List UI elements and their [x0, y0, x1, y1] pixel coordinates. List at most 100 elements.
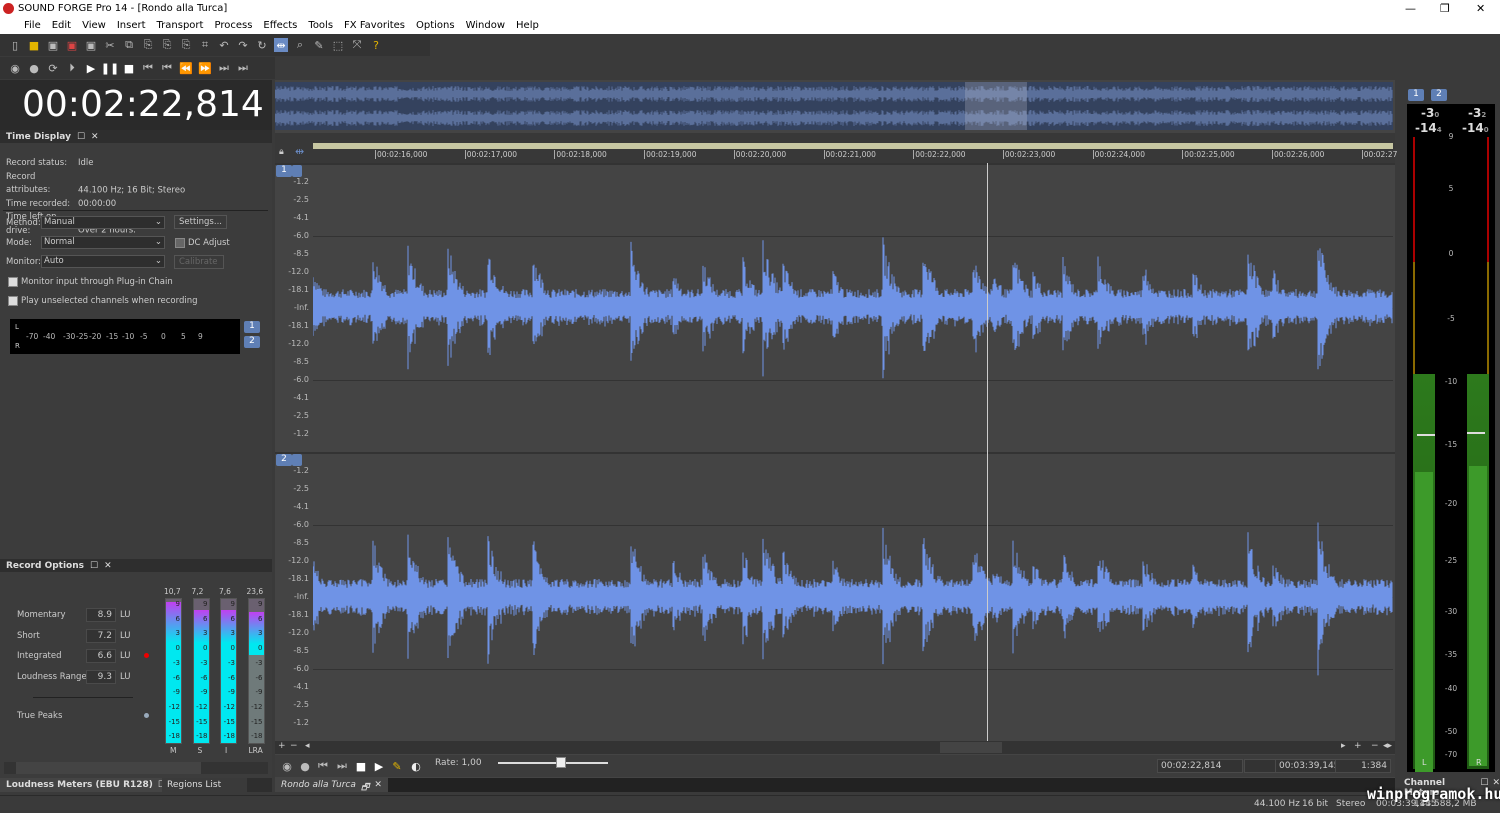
- maximize-button[interactable]: ❐: [1440, 2, 1450, 15]
- time-ruler[interactable]: 00:02:16,000 00:02:17,000 00:02:18,000 00:0…: [313, 149, 1397, 163]
- edit-tool-icon[interactable]: ⇹: [274, 38, 288, 52]
- waveform-channel-2[interactable]: [313, 452, 1393, 740]
- float-icon[interactable]: ☐: [90, 561, 98, 571]
- event-tool-icon[interactable]: ⬚: [331, 38, 345, 52]
- zoom-fit-icon[interactable]: ◂▸: [1383, 741, 1392, 751]
- close-icon[interactable]: ✕: [374, 780, 382, 790]
- loop-icon[interactable]: ⟳: [46, 61, 60, 75]
- menu-options[interactable]: Options: [416, 20, 455, 31]
- horizontal-scrollbar[interactable]: [4, 762, 268, 774]
- channel-1-number[interactable]: 1: [276, 165, 292, 177]
- save-icon[interactable]: ▣: [46, 38, 60, 52]
- zoom-out-icon[interactable]: −: [290, 741, 298, 751]
- channel-2-button[interactable]: 2: [1431, 89, 1447, 101]
- go-start-icon[interactable]: ⏮: [141, 61, 155, 75]
- rate-slider-thumb[interactable]: [556, 757, 566, 768]
- channel-collapse-button[interactable]: [292, 454, 302, 466]
- paste-icon[interactable]: ⎘: [141, 38, 155, 52]
- scroll-thumb[interactable]: [940, 742, 1002, 753]
- prev-marker-icon[interactable]: ⏮: [160, 61, 174, 75]
- minimize-button[interactable]: —: [1405, 2, 1416, 15]
- mix-icon[interactable]: ⎘: [160, 38, 174, 52]
- record-options-icon[interactable]: ◉: [280, 759, 294, 773]
- rate-slider[interactable]: [498, 762, 608, 764]
- save-all-icon[interactable]: ▣: [84, 38, 98, 52]
- tab-regions-list[interactable]: Regions List: [162, 778, 247, 792]
- dc-adjust-checkbox[interactable]: [175, 238, 185, 248]
- menu-process[interactable]: Process: [214, 20, 252, 31]
- scrub-icon[interactable]: ◐: [409, 759, 423, 773]
- play-unselected-checkbox[interactable]: [8, 296, 18, 306]
- close-button[interactable]: ✕: [1476, 2, 1485, 15]
- pause-icon[interactable]: ❚❚: [101, 61, 119, 75]
- channel-2-number[interactable]: 2: [276, 454, 292, 466]
- monitor-select[interactable]: Auto ⌄: [41, 255, 165, 268]
- cut-icon[interactable]: ✂: [103, 38, 117, 52]
- new-icon[interactable]: ▯: [8, 38, 22, 52]
- overview-bar[interactable]: [274, 82, 1393, 130]
- channel-2-button[interactable]: 2: [244, 336, 260, 348]
- save-as-icon[interactable]: ▣: [65, 38, 79, 52]
- menu-fx-favorites[interactable]: FX Favorites: [344, 20, 405, 31]
- zoom-in-icon[interactable]: +: [1354, 741, 1362, 751]
- cursor-position-field[interactable]: 00:02:22,814: [1157, 759, 1243, 773]
- pencil-tool-icon[interactable]: ✎: [312, 38, 326, 52]
- waveform-scrollbar[interactable]: + − ◂ ▸ + − ◂▸: [275, 741, 1395, 754]
- monitor-chain-checkbox[interactable]: [8, 277, 18, 287]
- menu-transport[interactable]: Transport: [157, 20, 204, 31]
- overview-view-region[interactable]: [965, 82, 1027, 130]
- copy-icon[interactable]: ⧉: [122, 38, 136, 52]
- next-marker-icon[interactable]: ⏭: [217, 61, 231, 75]
- zoom-in-icon[interactable]: +: [278, 741, 286, 751]
- play-icon[interactable]: ▶: [84, 61, 98, 75]
- go-end-icon[interactable]: ⏭: [335, 759, 349, 773]
- zoom-out-icon[interactable]: −: [1371, 741, 1379, 751]
- channel-1-button[interactable]: 1: [1408, 89, 1424, 101]
- channel-collapse-button[interactable]: [292, 165, 302, 177]
- envelope-tool-icon[interactable]: ⤧: [350, 38, 364, 52]
- rewind-icon[interactable]: ⏪: [179, 61, 193, 75]
- tab-loudness-meters[interactable]: Loudness Meters (EBU R128)☐✕: [0, 778, 185, 792]
- stop-icon[interactable]: ■: [354, 759, 368, 773]
- zoom-ratio-field[interactable]: 1:384: [1335, 759, 1391, 773]
- record-icon[interactable]: ●: [298, 759, 312, 773]
- crop-icon[interactable]: ⌗: [198, 38, 212, 52]
- close-icon[interactable]: ✕: [91, 132, 99, 142]
- channel-1-button[interactable]: 1: [244, 321, 260, 333]
- go-start-icon[interactable]: ⏮: [316, 759, 330, 773]
- close-icon[interactable]: ✕: [104, 561, 112, 571]
- settings-button[interactable]: Settings...: [174, 215, 227, 229]
- menu-help[interactable]: Help: [516, 20, 539, 31]
- record-icon[interactable]: ●: [27, 61, 41, 75]
- float-icon[interactable]: 🗗︎: [361, 780, 369, 793]
- method-select[interactable]: Manual ⌄: [41, 216, 165, 229]
- tab-rondo-alla-turca[interactable]: Rondo alla Turca 🗗︎ ✕: [275, 778, 388, 793]
- redo-icon[interactable]: ↷: [236, 38, 250, 52]
- help-icon[interactable]: ?: [369, 38, 383, 52]
- menu-edit[interactable]: Edit: [52, 20, 71, 31]
- snap-icon[interactable]: ⇹: [295, 145, 304, 158]
- open-icon[interactable]: ■: [27, 38, 41, 52]
- forward-icon[interactable]: ⏩: [198, 61, 212, 75]
- magnify-tool-icon[interactable]: ⌕: [293, 38, 307, 52]
- mode-select[interactable]: Normal ⌄: [41, 236, 165, 249]
- calibrate-button[interactable]: Calibrate: [174, 255, 224, 269]
- play-icon[interactable]: ▶: [372, 759, 386, 773]
- record-options-icon[interactable]: ◉: [8, 61, 22, 75]
- menu-file[interactable]: File: [24, 20, 41, 31]
- menu-window[interactable]: Window: [466, 20, 505, 31]
- menu-view[interactable]: View: [82, 20, 106, 31]
- stop-icon[interactable]: ■: [122, 61, 136, 75]
- go-end-icon[interactable]: ⏭: [236, 61, 250, 75]
- repeat-icon[interactable]: ↻: [255, 38, 269, 52]
- pencil-icon[interactable]: ✎: [390, 759, 404, 773]
- float-icon[interactable]: ☐: [77, 132, 85, 142]
- scroll-right-icon[interactable]: ▸: [1341, 741, 1346, 751]
- lock-icon[interactable]: 🔒︎: [279, 147, 284, 157]
- undo-icon[interactable]: ↶: [217, 38, 231, 52]
- paste-special-icon[interactable]: ⎘: [179, 38, 193, 52]
- play-all-icon[interactable]: ⏵: [65, 61, 79, 75]
- menu-insert[interactable]: Insert: [117, 20, 146, 31]
- menu-effects[interactable]: Effects: [263, 20, 297, 31]
- waveform-channel-1[interactable]: [313, 163, 1393, 451]
